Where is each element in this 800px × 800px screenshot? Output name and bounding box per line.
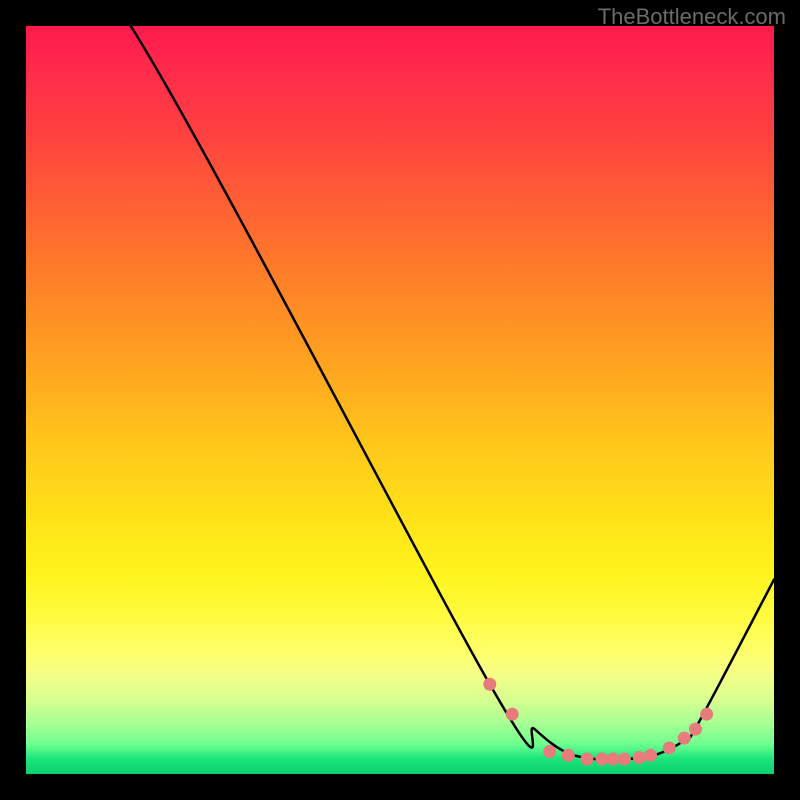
curve-line bbox=[26, 26, 774, 760]
marker-dot bbox=[595, 753, 608, 766]
marker-dot bbox=[700, 708, 713, 721]
marker-dot bbox=[663, 741, 676, 754]
chart-svg bbox=[26, 26, 774, 774]
marker-dot bbox=[483, 678, 496, 691]
curve-markers bbox=[483, 678, 713, 766]
plot-area bbox=[26, 26, 774, 774]
watermark-text: TheBottleneck.com bbox=[598, 4, 786, 30]
marker-dot bbox=[543, 745, 556, 758]
marker-dot bbox=[644, 749, 657, 762]
marker-dot bbox=[618, 753, 631, 766]
marker-dot bbox=[678, 732, 691, 745]
marker-dot bbox=[562, 749, 575, 762]
marker-dot bbox=[633, 751, 646, 764]
marker-dot bbox=[607, 753, 620, 766]
marker-dot bbox=[581, 753, 594, 766]
marker-dot bbox=[506, 708, 519, 721]
marker-dot bbox=[689, 723, 702, 736]
